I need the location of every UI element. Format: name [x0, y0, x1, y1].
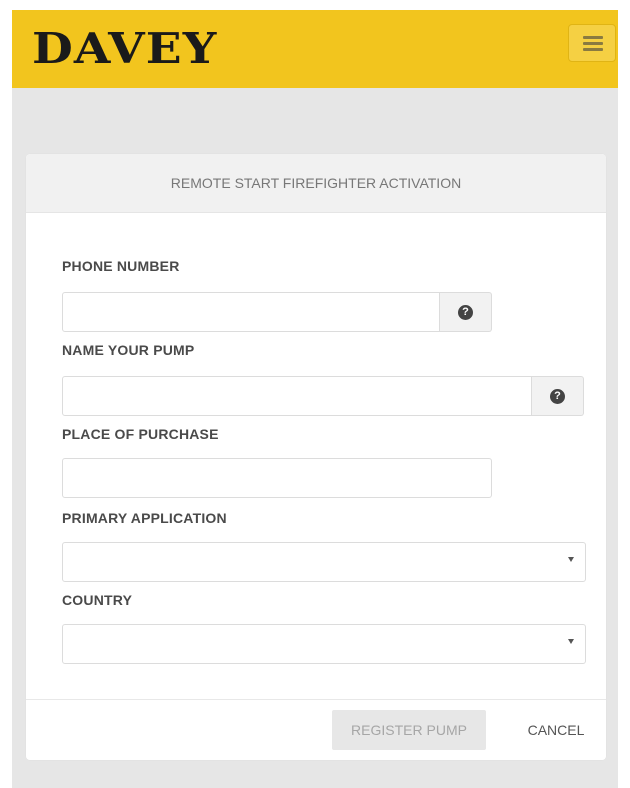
primary-application-label: PRIMARY APPLICATION [62, 510, 227, 526]
country-label: COUNTRY [62, 592, 133, 608]
place-of-purchase-label: PLACE OF PURCHASE [62, 426, 219, 442]
app-screen: DAVEY REMOTE START FIREFIGHTER ACTIVATIO… [12, 10, 618, 788]
pump-name-label: NAME YOUR PUMP [62, 342, 195, 358]
phone-number-input[interactable] [62, 292, 440, 332]
question-circle-icon: ? [458, 305, 473, 320]
phone-help-button[interactable]: ? [440, 292, 492, 332]
caret-down-icon [568, 639, 574, 644]
country-select[interactable] [62, 624, 586, 664]
primary-application-select[interactable] [62, 542, 586, 582]
pump-name-input[interactable] [62, 376, 532, 416]
card-footer: REGISTER PUMP CANCEL [26, 699, 606, 760]
place-of-purchase-input[interactable] [62, 458, 492, 498]
hamburger-bar [583, 48, 603, 51]
question-circle-icon: ? [550, 389, 565, 404]
hamburger-menu-button[interactable] [568, 24, 616, 62]
cancel-button[interactable]: CANCEL [516, 710, 596, 750]
pump-name-help-button[interactable]: ? [532, 376, 584, 416]
caret-down-icon [568, 557, 574, 562]
davey-logo[interactable]: DAVEY [32, 24, 217, 73]
hamburger-bar [583, 42, 603, 45]
card-title: REMOTE START FIREFIGHTER ACTIVATION [26, 154, 606, 213]
hamburger-menu-icon [583, 36, 603, 39]
registration-card: REMOTE START FIREFIGHTER ACTIVATION PHON… [26, 154, 606, 760]
register-pump-button[interactable]: REGISTER PUMP [332, 710, 486, 750]
phone-number-label: PHONE NUMBER [62, 258, 180, 274]
top-navbar: DAVEY [12, 10, 618, 88]
